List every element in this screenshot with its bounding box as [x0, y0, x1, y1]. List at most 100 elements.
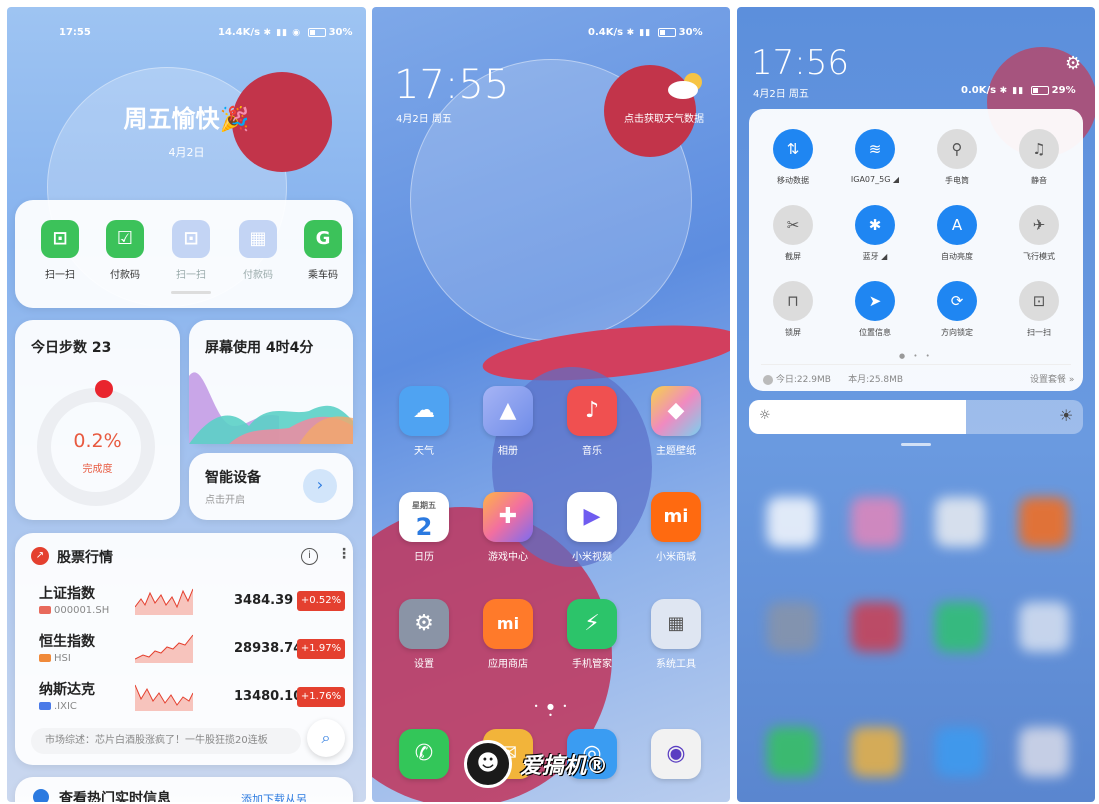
app-label: 主题壁纸	[656, 446, 696, 457]
data-plan-link[interactable]: 设置套餐 »	[1030, 372, 1074, 385]
steps-card[interactable]: 今日步数 23 0.2% 完成度	[15, 320, 180, 520]
usage-row: 今日:22.9MB 本月:25.8MB	[763, 372, 903, 385]
toggle-bluetooth[interactable]: ✱ 蓝牙 ◢	[835, 205, 915, 262]
quick-action-scan[interactable]: ⊡ 扫一扫	[37, 220, 83, 281]
brightness-low-icon: ☼	[759, 408, 771, 423]
chevron-right-icon[interactable]: ›	[303, 469, 337, 503]
theme-icon: ◆	[651, 386, 701, 436]
clock[interactable]: 17:55	[394, 62, 509, 108]
gear-icon[interactable]: ⚙	[1065, 53, 1081, 74]
hot-info-card[interactable]: 查看热门实时信息 添加下载从另	[15, 777, 353, 802]
quick-action-scan-alt[interactable]: ⊡ 扫一扫	[168, 220, 214, 281]
stock-row[interactable]: 上证指数 000001.SH 3484.39 +0.52%	[39, 583, 349, 627]
app-mi-store[interactable]: mi 小米商城	[641, 492, 711, 563]
screen-time-title: 屏幕使用 4时4分	[205, 340, 314, 356]
control-center: 17:56 4月2日 周五 ⚙ 0.0K/s ✱ ▮▮ 29% ⇅ 移动数据 ≋ I…	[737, 7, 1095, 802]
weather-icon[interactable]	[668, 73, 704, 99]
scan-icon: ⊡	[1019, 281, 1059, 321]
status-bar-right: 0.0K/s ✱ ▮▮ 29%	[961, 85, 1076, 96]
app-store[interactable]: mi 应用商店	[473, 599, 543, 670]
stock-sparkline	[135, 634, 193, 663]
quick-action-label: 付款码	[243, 270, 273, 281]
weather-prompt[interactable]: 点击获取天气数据	[624, 110, 704, 125]
toggle-label: 移动数据	[777, 176, 809, 185]
clock: 17:56	[751, 43, 849, 83]
page-dots: ● • •	[899, 352, 933, 360]
battery-level: 29	[1051, 85, 1066, 96]
search-icon[interactable]: ⌕	[307, 719, 345, 757]
clock-date: 4月2日 周五	[753, 89, 809, 100]
app-music[interactable]: ♪ 音乐	[557, 386, 627, 457]
stock-row[interactable]: 恒生指数 HSI 28938.74 +1.97%	[39, 631, 349, 675]
toggle-lock-screen[interactable]: ⊓ 锁屏	[753, 281, 833, 338]
battery-icon	[1030, 85, 1049, 95]
net-speed: 0.0K/s	[961, 85, 997, 96]
stock-sparkline	[135, 588, 193, 615]
hot-info-link[interactable]: 添加下载从另	[241, 791, 307, 802]
toggle-scan[interactable]: ⊡ 扫一扫	[999, 281, 1079, 338]
toggle-rotation-lock[interactable]: ⟳ 方向锁定	[917, 281, 997, 338]
status-time: 17:55	[59, 27, 91, 38]
drag-handle[interactable]	[901, 443, 931, 446]
brightness-high-icon: ☀	[1059, 406, 1074, 425]
app-security[interactable]: ⚡ 手机管家	[557, 599, 627, 670]
steps-title: 今日步数 23	[31, 340, 112, 356]
quick-action-pay-code[interactable]: ☑ 付款码	[102, 220, 148, 281]
gallery-icon: ▲	[483, 386, 533, 436]
toggle-location[interactable]: ➤ 位置信息	[835, 281, 915, 338]
divider	[761, 364, 1071, 365]
system-tools-icon: ▦	[651, 599, 701, 649]
stock-code-text: .IXIC	[54, 701, 77, 712]
greeting-date: 4月2日	[168, 146, 205, 159]
toggle-mobile-data[interactable]: ⇅ 移动数据	[753, 129, 833, 186]
app-gallery[interactable]: ▲ 相册	[473, 386, 543, 457]
more-icon[interactable]: ⋮	[337, 546, 351, 562]
quick-action-label: 扫一扫	[45, 270, 75, 281]
stock-price: 28938.74	[234, 641, 303, 656]
toggle-screenshot[interactable]: ✂ 截屏	[753, 205, 833, 262]
toggle-mute[interactable]: ♫ 静音	[999, 129, 1079, 186]
app-label: 日历	[414, 552, 434, 563]
app-calendar[interactable]: 星期五 2 日历	[389, 492, 459, 563]
app-game-center[interactable]: ✚ 游戏中心	[473, 492, 543, 563]
stocks-icon: ↗	[31, 547, 49, 565]
pay-code-icon: ☑	[106, 220, 144, 258]
dock-camera[interactable]: ◉	[641, 729, 711, 779]
smart-devices-card[interactable]: 智能设备 点击开启 ›	[189, 453, 353, 520]
app-label: 相册	[498, 446, 518, 457]
signal-icons: ✱ ▮▮	[999, 86, 1025, 96]
quick-action-pay-code-alt[interactable]: ▦ 付款码	[235, 220, 281, 281]
toggle-label: IGA07_5G ◢	[850, 175, 900, 184]
app-system-tools[interactable]: ▦ 系统工具	[641, 599, 711, 670]
toggle-flashlight[interactable]: ⚲ 手电筒	[917, 129, 997, 186]
music-icon: ♪	[567, 386, 617, 436]
watermark: ☻ 爱搞机®	[464, 740, 644, 790]
stocks-card: ↗ 股票行情 i ⋮ 上证指数 000001.SH 3484.39 +0.52%…	[15, 533, 353, 765]
toggle-label: 蓝牙 ◢	[862, 252, 888, 261]
app-label: 天气	[414, 446, 434, 457]
app-settings[interactable]: ⚙ 设置	[389, 599, 459, 670]
page-dots: • ● • •	[533, 702, 571, 720]
info-icon[interactable]: i	[301, 548, 318, 565]
brightness-slider[interactable]: ☼ ☀	[749, 400, 1083, 434]
dock-phone[interactable]: ✆	[389, 729, 459, 779]
stock-name: 恒生指数	[39, 634, 95, 650]
toggle-wifi[interactable]: ≋ IGA07_5G ◢	[835, 129, 915, 184]
app-weather[interactable]: ☁ 天气	[389, 386, 459, 457]
flashlight-icon: ⚲	[937, 129, 977, 169]
quick-action-transit[interactable]: G 乘车码	[300, 220, 346, 281]
stock-name: 纳斯达克	[39, 682, 95, 698]
stock-code-text: HSI	[54, 653, 71, 664]
screen-time-card[interactable]: 屏幕使用 4时4分	[189, 320, 353, 444]
toggle-airplane[interactable]: ✈ 飞行模式	[999, 205, 1079, 262]
market-summary[interactable]: 市场综述：芯片白酒股涨疯了！一牛股狂揽20连板	[31, 728, 301, 754]
toggle-auto-brightness[interactable]: A 自动亮度	[917, 205, 997, 262]
stocks-title: 股票行情	[57, 550, 113, 566]
app-video[interactable]: ▶ 小米视频	[557, 492, 627, 563]
status-bar-right: 14.4K/s ✱ ▮▮ ◉ 30%	[218, 27, 353, 38]
stock-row[interactable]: 纳斯达克 .IXIC 13480.10 +1.76%	[39, 679, 349, 723]
battery-icon	[307, 27, 326, 37]
app-theme[interactable]: ◆ 主题壁纸	[641, 386, 711, 457]
toggle-label: 手电筒	[945, 176, 969, 185]
app-label: 音乐	[582, 446, 602, 457]
